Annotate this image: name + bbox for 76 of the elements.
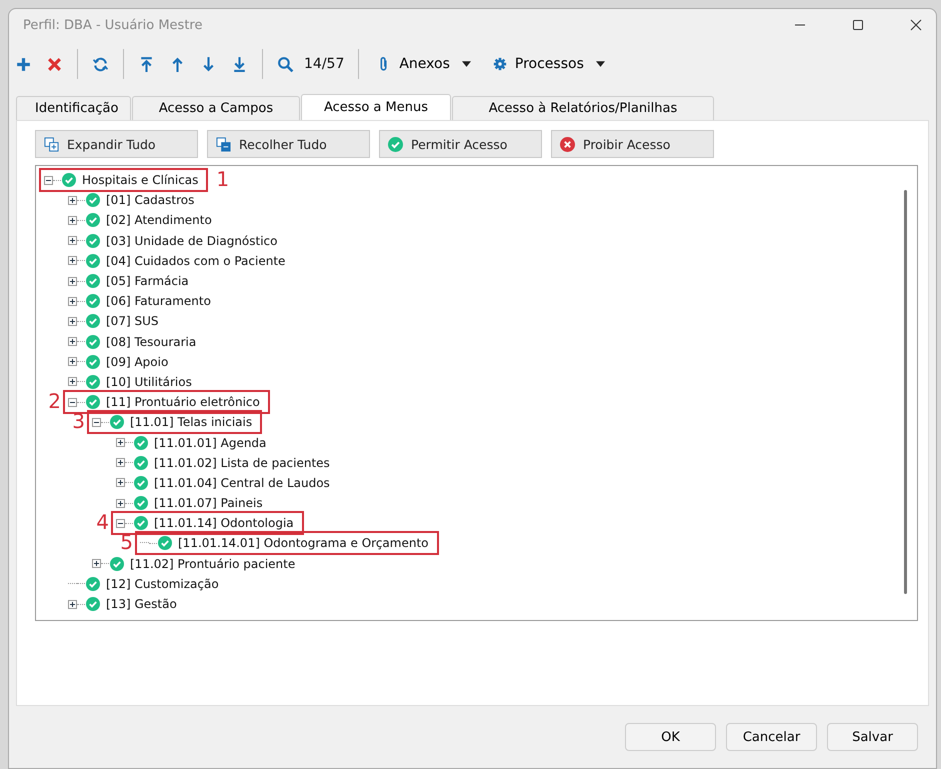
tree-item[interactable]: Hospitais e Clínicas (82, 173, 198, 188)
tree-item[interactable]: [12] Customização (106, 576, 219, 591)
expand-all-icon (44, 136, 59, 152)
expand-icon[interactable] (68, 216, 77, 225)
expand-icon[interactable] (68, 377, 77, 386)
record-counter: 14/57 (304, 56, 344, 72)
tree-item[interactable]: [03] Unidade de Diagnóstico (106, 234, 278, 248)
expand-icon[interactable] (116, 458, 125, 468)
tree-item[interactable]: [01] Cadastros (106, 193, 194, 208)
tree-item[interactable]: [11.01.04] Central de Laudos (154, 476, 330, 490)
expand-icon[interactable] (68, 337, 77, 346)
tree-item[interactable]: [07] SUS (106, 314, 158, 328)
delete-icon[interactable] (46, 56, 63, 72)
collapse-icon[interactable] (116, 518, 125, 528)
tab[interactable]: Acesso a Campos (132, 96, 300, 120)
toolbar-menu-button[interactable]: Anexos (373, 56, 475, 72)
tab[interactable]: Identificação (16, 96, 131, 120)
tree-item[interactable]: [11.01.02] Lista de pacientes (154, 456, 330, 470)
tree-item[interactable]: [13] Gestão (106, 597, 177, 612)
dialog-button[interactable]: Cancelar (726, 723, 817, 751)
annotation-number: 2 (48, 389, 61, 414)
tree-item[interactable]: [06] Faturamento (106, 294, 211, 308)
expand-icon[interactable] (116, 478, 125, 488)
dialog-button[interactable]: Salvar (827, 723, 918, 751)
scrollbar-thumb[interactable] (904, 190, 907, 594)
tree-item[interactable]: [08] Tesouraria (106, 334, 196, 349)
expand-icon[interactable] (68, 316, 77, 326)
tab[interactable]: Acesso à Relatórios/Planilhas (452, 96, 714, 120)
toolbar-menu-button[interactable]: Processos (488, 56, 609, 72)
collapse-all-icon (216, 136, 231, 152)
annotation-number: 1 (216, 167, 230, 192)
expand-icon[interactable] (116, 498, 125, 508)
tree-item[interactable]: [11.01.14] Odontologia (154, 516, 294, 530)
check-icon (388, 136, 403, 152)
tree-item[interactable]: [11.01.01] Agenda (154, 436, 266, 450)
tab[interactable]: Acesso a Menus (301, 94, 451, 120)
gear-icon (492, 56, 507, 72)
action-button[interactable]: Recolher Tudo (207, 130, 370, 158)
close-icon[interactable] (910, 19, 922, 31)
cross-icon (560, 136, 575, 152)
expand-icon[interactable] (68, 276, 77, 286)
tree-item[interactable]: [10] Utilitários (106, 374, 192, 389)
collapse-icon[interactable] (44, 176, 53, 185)
tree-item[interactable]: [05] Farmácia (106, 274, 189, 288)
expand-icon[interactable] (68, 236, 77, 246)
expand-icon[interactable] (92, 559, 101, 568)
caret-icon (462, 61, 471, 67)
action-button[interactable]: Expandir Tudo (35, 130, 198, 158)
maximize-icon[interactable] (852, 19, 864, 31)
expand-icon[interactable] (68, 357, 77, 366)
collapse-icon[interactable] (68, 398, 77, 407)
action-button[interactable]: Permitir Acesso (379, 130, 542, 158)
tree-item[interactable]: [11.01] Telas iniciais (130, 415, 252, 430)
expand-icon[interactable] (68, 600, 77, 609)
dialog-button[interactable]: OK (625, 723, 716, 751)
refresh-icon[interactable] (92, 56, 109, 72)
action-button[interactable]: Proibir Acesso (551, 130, 714, 158)
collapse-icon[interactable] (92, 418, 101, 427)
annotation-number: 4 (96, 510, 109, 534)
expand-icon[interactable] (68, 256, 77, 266)
caret-icon (596, 61, 605, 67)
tree-item[interactable]: [04] Cuidados com o Paciente (106, 254, 286, 268)
tree-item[interactable]: [02] Atendimento (106, 213, 212, 228)
window-title: Perfil: DBA - Usuário Mestre (23, 18, 202, 32)
tree-item[interactable]: [11.02] Prontuário paciente (130, 556, 296, 571)
tree-item[interactable]: [11.01.14.01] Odontograma e Orçamento (178, 536, 429, 550)
last-record-icon[interactable] (231, 56, 248, 72)
tree-item[interactable]: [11] Prontuário eletrônico (106, 395, 260, 410)
plus-icon[interactable] (15, 56, 32, 72)
first-record-icon[interactable] (138, 56, 155, 72)
expand-icon[interactable] (116, 438, 125, 448)
tree-item[interactable]: [11.01.07] Paineis (154, 496, 263, 510)
tree-item[interactable]: [09] Apoio (106, 354, 168, 369)
expand-icon[interactable] (68, 296, 77, 306)
expand-icon[interactable] (68, 196, 77, 205)
search-icon[interactable] (277, 56, 294, 72)
